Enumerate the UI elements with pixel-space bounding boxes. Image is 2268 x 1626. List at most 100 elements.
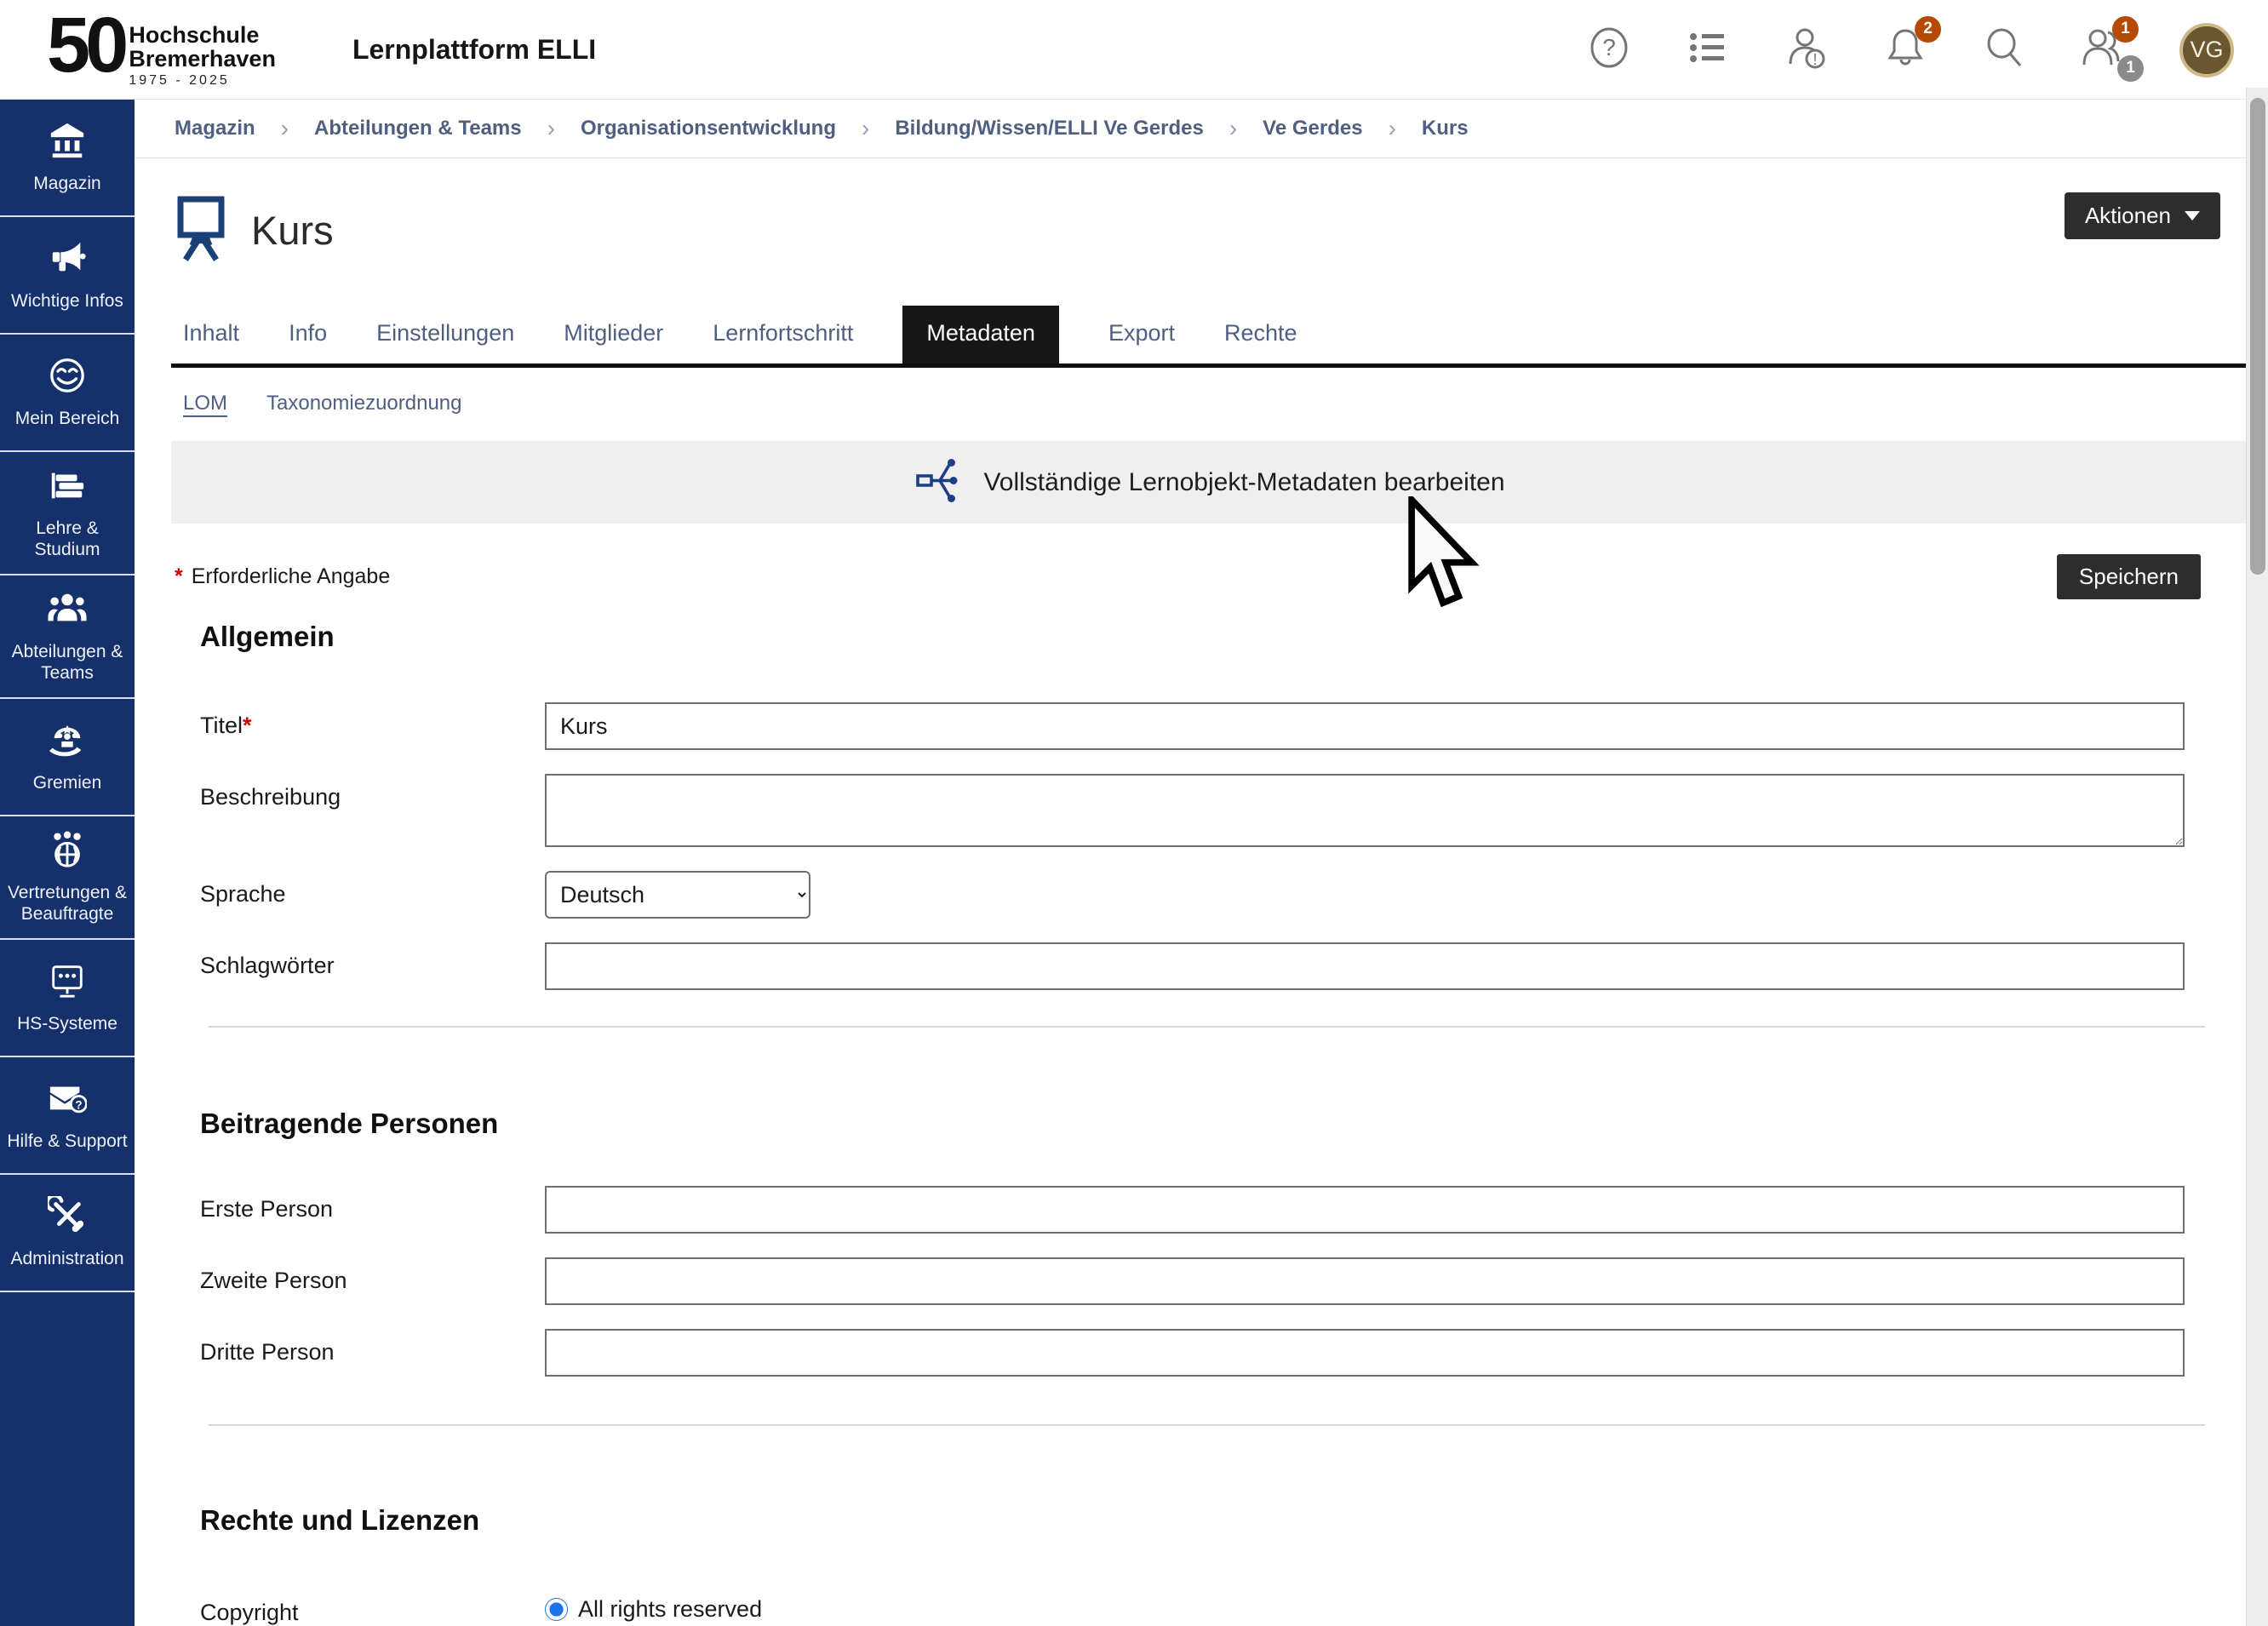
zweite-person-input[interactable] [545, 1257, 2185, 1305]
dritte-person-label: Dritte Person [200, 1329, 545, 1365]
sidebar-item-label: Administration [10, 1248, 123, 1269]
sidebar-item-label: Vertretungen & Beauftragte [5, 882, 129, 925]
copyright-radio[interactable] [545, 1598, 568, 1621]
sidebar-item-label: Gremien [33, 772, 102, 793]
sidebar-item-wichtige-infos[interactable]: Wichtige Infos [0, 217, 135, 335]
sprache-label: Sprache [200, 871, 545, 907]
sidebar-item-label: Wichtige Infos [11, 290, 123, 312]
sidebar-item-administration[interactable]: Administration [0, 1175, 135, 1292]
section-heading-beitragende: Beitragende Personen [200, 1108, 2248, 1140]
tab-inhalt[interactable]: Inhalt [183, 320, 239, 364]
mail-question-icon: ? [48, 1079, 87, 1122]
section-heading-allgemein: Allgemein [200, 621, 2248, 653]
tab-lernfortschritt[interactable]: Lernfortschritt [713, 320, 853, 364]
field-row-zweite-person: Zweite Person [200, 1257, 2185, 1305]
globe-people-icon [48, 830, 87, 873]
bank-icon [48, 121, 87, 164]
contacts-badge-top: 1 [2112, 16, 2139, 43]
actions-button[interactable]: Aktionen [2065, 192, 2220, 239]
dritte-person-input[interactable] [545, 1329, 2185, 1377]
subtab-taxonomiezuordnung[interactable]: Taxonomiezuordnung [266, 392, 462, 415]
subtab-lom-active[interactable]: LOM [183, 392, 227, 415]
tab-info[interactable]: Info [289, 320, 327, 364]
schlagwoerter-input[interactable] [545, 942, 2185, 990]
sidebar-item-magazin[interactable]: Magazin [0, 100, 135, 217]
megaphone-icon [48, 238, 87, 282]
sidebar-item-label: HS-Systeme [17, 1013, 117, 1034]
user-avatar[interactable]: VG [2179, 23, 2234, 77]
books-icon [48, 466, 87, 509]
user-status-button[interactable]: ! [1784, 28, 1829, 72]
scrollbar-thumb[interactable] [2250, 98, 2265, 575]
section-divider [209, 1424, 2205, 1426]
sidebar-item-gremien[interactable]: Gremien [0, 699, 135, 816]
logo-name-line2: Bremerhaven [129, 47, 276, 71]
sprache-select[interactable]: Deutsch [545, 871, 810, 919]
required-asterisk: * [175, 564, 183, 588]
smiley-icon [48, 356, 87, 399]
chevron-right-icon: › [547, 115, 555, 142]
chevron-right-icon: › [1389, 115, 1396, 142]
tab-rechte[interactable]: Rechte [1224, 320, 1297, 364]
logo-name-line1: Hochschule [129, 23, 276, 47]
notifications-button[interactable]: 2 [1883, 28, 1927, 72]
tab-metadaten-active[interactable]: Metadaten [902, 306, 1059, 364]
sidebar-item-hilfe-support[interactable]: ? Hilfe & Support [0, 1057, 135, 1175]
field-row-titel: Titel* [200, 702, 2185, 750]
app-window: 50 Hochschule Bremerhaven 1975 - 2025 Le… [0, 0, 2268, 1626]
section-divider [209, 1026, 2205, 1028]
tab-bar: Inhalt Info Einstellungen Mitglieder Ler… [171, 306, 2248, 368]
breadcrumb-item[interactable]: Magazin [175, 117, 255, 140]
breadcrumb-item[interactable]: Bildung/Wissen/ELLI Ve Gerdes [895, 117, 1204, 140]
sidebar-item-mein-bereich[interactable]: Mein Bereich [0, 335, 135, 452]
page-head: Kurs Aktionen [135, 158, 2268, 266]
sidebar-item-hs-systeme[interactable]: HS-Systeme [0, 940, 135, 1057]
erste-person-input[interactable] [545, 1186, 2185, 1234]
user-status-icon: ! [1784, 25, 1830, 75]
todo-list-button[interactable] [1686, 28, 1730, 72]
contacts-badge-bottom: 1 [2117, 55, 2144, 82]
top-header: 50 Hochschule Bremerhaven 1975 - 2025 Le… [0, 0, 2268, 100]
contacts-button[interactable]: 1 1 [2081, 28, 2125, 72]
main-content: Magazin › Abteilungen & Teams › Organisa… [135, 100, 2268, 1626]
main-sidebar: Magazin Wichtige Infos Mein Bereich Lehr… [0, 100, 135, 1626]
sub-tab-bar: LOM Taxonomiezuordnung [183, 392, 2248, 415]
tab-mitglieder[interactable]: Mitglieder [564, 320, 663, 364]
breadcrumb-item[interactable]: Organisationsentwicklung [581, 117, 836, 140]
logo-years: 1975 - 2025 [129, 73, 276, 89]
svg-text:!: ! [1813, 51, 1817, 68]
breadcrumb-item[interactable]: Abteilungen & Teams [314, 117, 522, 140]
help-button[interactable]: ? [1587, 28, 1631, 72]
sidebar-item-lehre-studium[interactable]: Lehre & Studium [0, 452, 135, 575]
tab-einstellungen[interactable]: Einstellungen [376, 320, 514, 364]
sidebar-item-vertretungen[interactable]: Vertretungen & Beauftragte [0, 816, 135, 940]
sidebar-item-label: Lehre & Studium [5, 518, 129, 560]
tools-icon [48, 1196, 87, 1240]
sidebar-item-label: Abteilungen & Teams [5, 641, 129, 684]
edit-full-metadata-banner[interactable]: Vollständige Lernobjekt-Metadaten bearbe… [171, 441, 2248, 524]
schlagwoerter-label: Schlagwörter [200, 942, 545, 979]
beschreibung-textarea[interactable] [545, 774, 2185, 847]
sidebar-item-abteilungen-teams[interactable]: Abteilungen & Teams [0, 575, 135, 699]
field-row-dritte-person: Dritte Person [200, 1329, 2185, 1377]
required-asterisk: * [243, 713, 252, 738]
sidebar-item-label: Hilfe & Support [7, 1131, 127, 1152]
breadcrumb-item[interactable]: Ve Gerdes [1263, 117, 1362, 140]
field-row-beschreibung: Beschreibung [200, 774, 2185, 847]
hub-share-icon [914, 455, 963, 509]
search-icon [1982, 26, 2026, 74]
copyright-option-label: All rights reserved [578, 1596, 762, 1623]
university-logo[interactable]: 50 Hochschule Bremerhaven 1975 - 2025 [47, 11, 276, 89]
field-row-copyright: Copyright All rights reserved [200, 1589, 2185, 1626]
tab-export[interactable]: Export [1108, 320, 1175, 364]
chevron-right-icon: › [1229, 115, 1237, 142]
vertical-scrollbar[interactable] [2246, 88, 2268, 1626]
sidebar-item-label: Magazin [33, 173, 100, 194]
search-button[interactable] [1982, 28, 2026, 72]
app-title: Lernplattform ELLI [352, 34, 596, 66]
sidebar-item-label: Mein Bereich [15, 408, 120, 429]
svg-text:?: ? [1602, 34, 1616, 60]
save-button[interactable]: Speichern [2057, 554, 2201, 599]
breadcrumb-item-current: Kurs [1422, 117, 1469, 140]
titel-input[interactable] [545, 702, 2185, 750]
